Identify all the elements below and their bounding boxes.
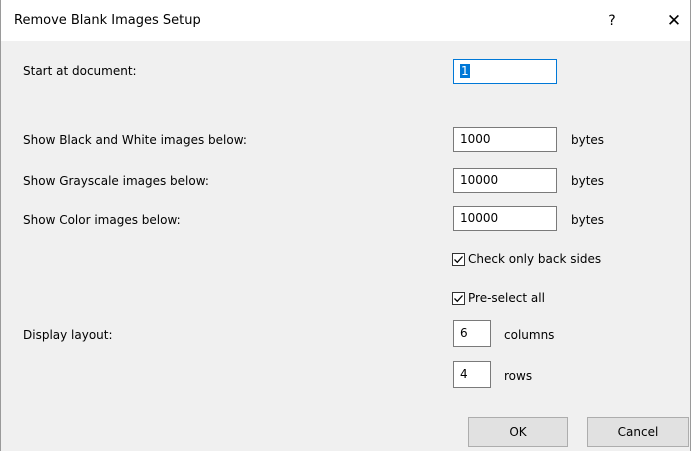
start-document-input[interactable]: 1 xyxy=(453,59,557,84)
close-button[interactable]: ✕ xyxy=(659,8,689,34)
rows-input[interactable]: 4 xyxy=(453,361,491,388)
bw-threshold-label: Show Black and White images below: xyxy=(23,133,247,147)
checkmark-icon xyxy=(454,294,463,302)
gray-bytes-unit: bytes xyxy=(571,174,605,188)
start-document-label: Start at document: xyxy=(23,64,137,78)
display-layout-label: Display layout: xyxy=(23,328,113,342)
columns-input[interactable]: 6 xyxy=(453,320,491,347)
start-document-value: 1 xyxy=(460,64,470,78)
columns-unit: columns xyxy=(504,328,555,342)
preselect-checkbox-label: Pre-select all xyxy=(468,291,545,305)
dialog-window: Remove Blank Images Setup ? ✕ Start at d… xyxy=(0,0,691,451)
cancel-button[interactable]: Cancel xyxy=(587,417,689,447)
title-bar: Remove Blank Images Setup ? ✕ xyxy=(1,0,690,41)
preselect-checkbox-box[interactable] xyxy=(452,291,465,305)
ok-button[interactable]: OK xyxy=(468,417,568,447)
color-threshold-label: Show Color images below: xyxy=(23,213,181,227)
back-sides-checkbox-label: Check only back sides xyxy=(468,252,602,266)
gray-threshold-input[interactable]: 10000 xyxy=(453,168,557,193)
dialog-title: Remove Blank Images Setup xyxy=(14,13,201,28)
checkmark-icon xyxy=(454,255,463,263)
gray-threshold-label: Show Grayscale images below: xyxy=(23,174,209,188)
bw-threshold-input[interactable]: 1000 xyxy=(453,127,557,152)
preselect-checkbox[interactable]: Pre-select all xyxy=(452,291,545,305)
help-button[interactable]: ? xyxy=(597,8,627,34)
rows-unit: rows xyxy=(504,369,533,383)
bw-bytes-unit: bytes xyxy=(571,133,605,147)
back-sides-checkbox-box[interactable] xyxy=(452,252,465,266)
color-threshold-input[interactable]: 10000 xyxy=(453,206,557,231)
color-bytes-unit: bytes xyxy=(571,213,605,227)
back-sides-checkbox[interactable]: Check only back sides xyxy=(452,252,601,266)
